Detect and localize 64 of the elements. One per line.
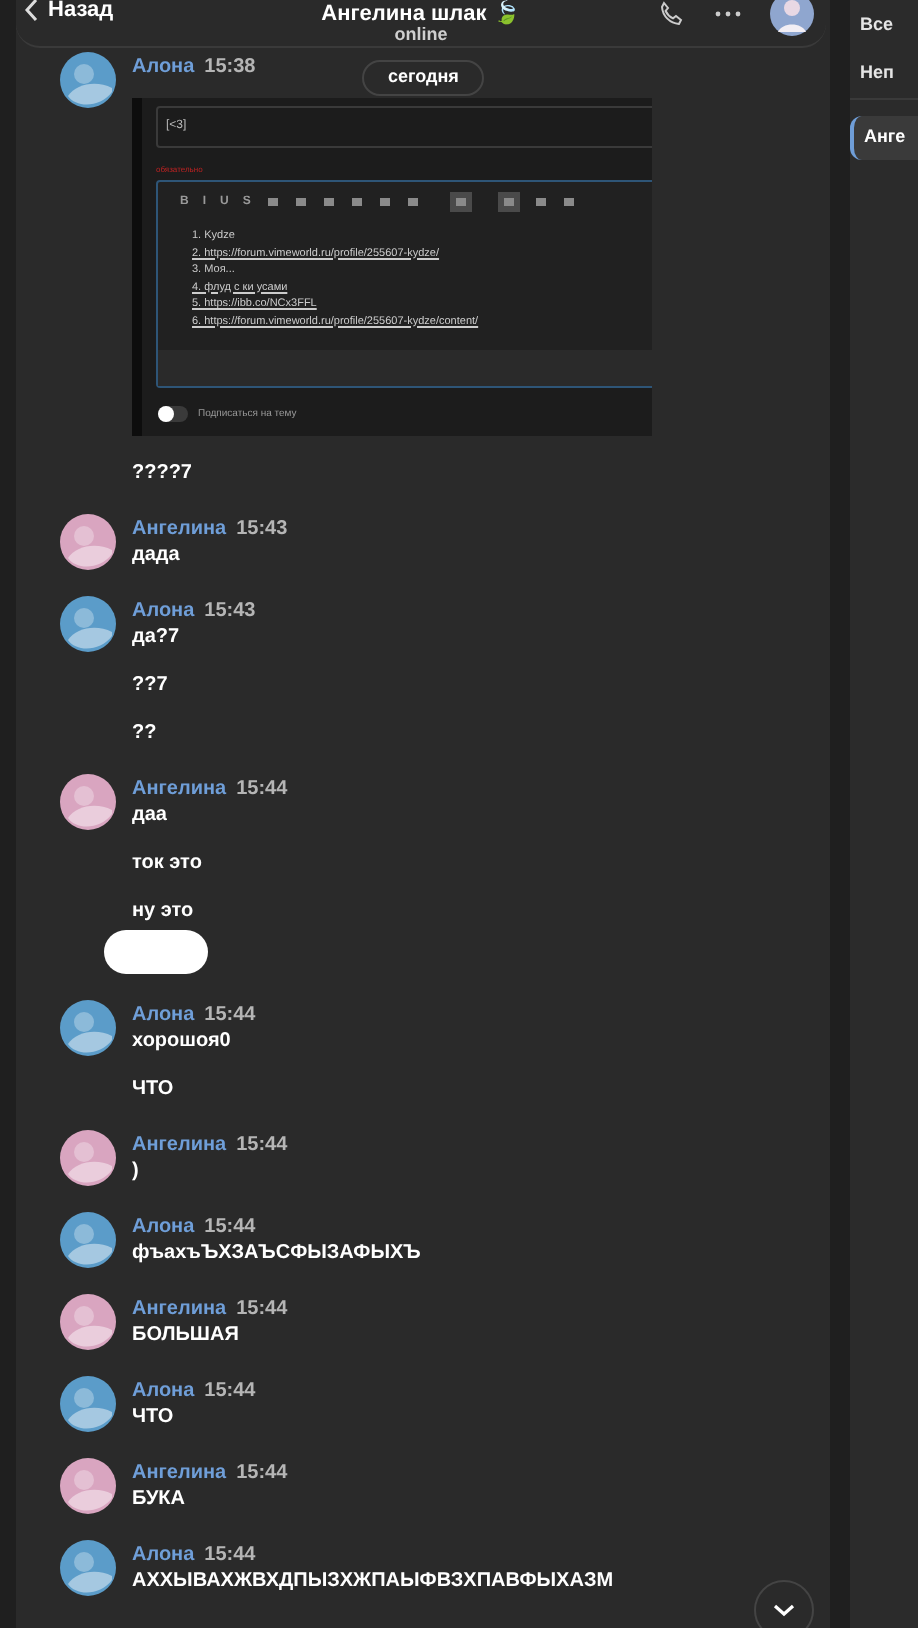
message-text: АХХЫВАХЖВХДПЫЗХЖПАЫФВЗХПАВФЫХАЗМ	[132, 1568, 614, 1596]
message-text: БУКА	[132, 1486, 187, 1514]
sender-name[interactable]: Ангелина	[132, 1457, 227, 1487]
message-text: ну это	[132, 898, 196, 926]
message-time: 15:44	[204, 1541, 256, 1569]
message-time: 15:43	[236, 515, 288, 543]
avatar[interactable]	[60, 514, 116, 570]
avatar[interactable]	[60, 1130, 116, 1186]
avatar[interactable]	[60, 1540, 116, 1596]
message-time: 15:44	[236, 1295, 288, 1323]
avatar[interactable]	[60, 1000, 116, 1056]
message-text: ????7	[132, 460, 194, 488]
message-time: 15:44	[236, 1131, 288, 1159]
message-time: 15:44	[204, 1213, 256, 1241]
message-text: ??7	[132, 672, 170, 700]
phone-icon[interactable]	[658, 0, 686, 28]
message-text: да?7	[132, 624, 182, 652]
avatar[interactable]	[60, 1294, 116, 1350]
message-text: ЧТО	[132, 1076, 176, 1104]
chat-title: Ангелина шлак 🍃	[319, 0, 523, 27]
sidebar-tab[interactable]: Неп	[850, 50, 918, 100]
message-text: ток это	[132, 850, 204, 878]
online-status: online	[392, 22, 450, 48]
message-text: даа	[132, 802, 169, 830]
message-time: 15:44	[204, 1001, 256, 1029]
message-text: дада	[132, 542, 182, 570]
message-text: ??	[132, 720, 159, 748]
toggle-switch[interactable]	[158, 406, 188, 422]
sender-name[interactable]: Ангелина	[132, 513, 227, 543]
back-icon	[24, 0, 40, 23]
message-text: )	[132, 1158, 141, 1186]
avatar[interactable]	[60, 52, 116, 108]
avatar[interactable]	[60, 774, 116, 830]
back-button[interactable]: Назад	[24, 0, 114, 27]
sender-name[interactable]: Ангелина	[132, 773, 227, 803]
sender-name[interactable]: Ангелина	[132, 1129, 227, 1159]
avatar[interactable]	[60, 1376, 116, 1432]
message-text: БОЛЬШАЯ	[132, 1322, 241, 1350]
message-time: 15:43	[204, 597, 256, 625]
sidebar-tab[interactable]: Все	[850, 0, 918, 50]
more-icon[interactable]	[714, 10, 742, 18]
date-chip: сегодня	[362, 60, 485, 96]
scroll-down-button[interactable]	[754, 1580, 814, 1628]
sender-name[interactable]: Алона	[132, 1375, 195, 1405]
sender-name[interactable]: Ангелина	[132, 1293, 227, 1323]
message-text: ЧТО	[132, 1404, 176, 1432]
avatar[interactable]	[60, 1212, 116, 1268]
chevron-down-icon	[772, 1602, 796, 1618]
message-time: 15:44	[204, 1377, 256, 1405]
avatar[interactable]	[60, 1458, 116, 1514]
sender-name[interactable]: Алона	[132, 1211, 195, 1241]
message-text: фъахъЪХЗАЪСФЫЗАФЫХЪ	[132, 1240, 421, 1268]
message-text: хорошоя0	[132, 1028, 233, 1056]
avatar[interactable]	[770, 0, 814, 36]
message-time: 15:44	[236, 1459, 288, 1487]
message-time: 15:38	[204, 53, 256, 81]
sender-name[interactable]: Алона	[132, 1539, 195, 1569]
scribble-mark	[104, 930, 208, 974]
avatar[interactable]	[60, 596, 116, 652]
sidebar-tab[interactable]: Анге	[850, 116, 918, 160]
sender-name[interactable]: Алона	[132, 595, 195, 625]
message-time: 15:44	[236, 775, 288, 803]
sender-name[interactable]: Алона	[132, 51, 195, 81]
sender-name[interactable]: Алона	[132, 999, 195, 1029]
